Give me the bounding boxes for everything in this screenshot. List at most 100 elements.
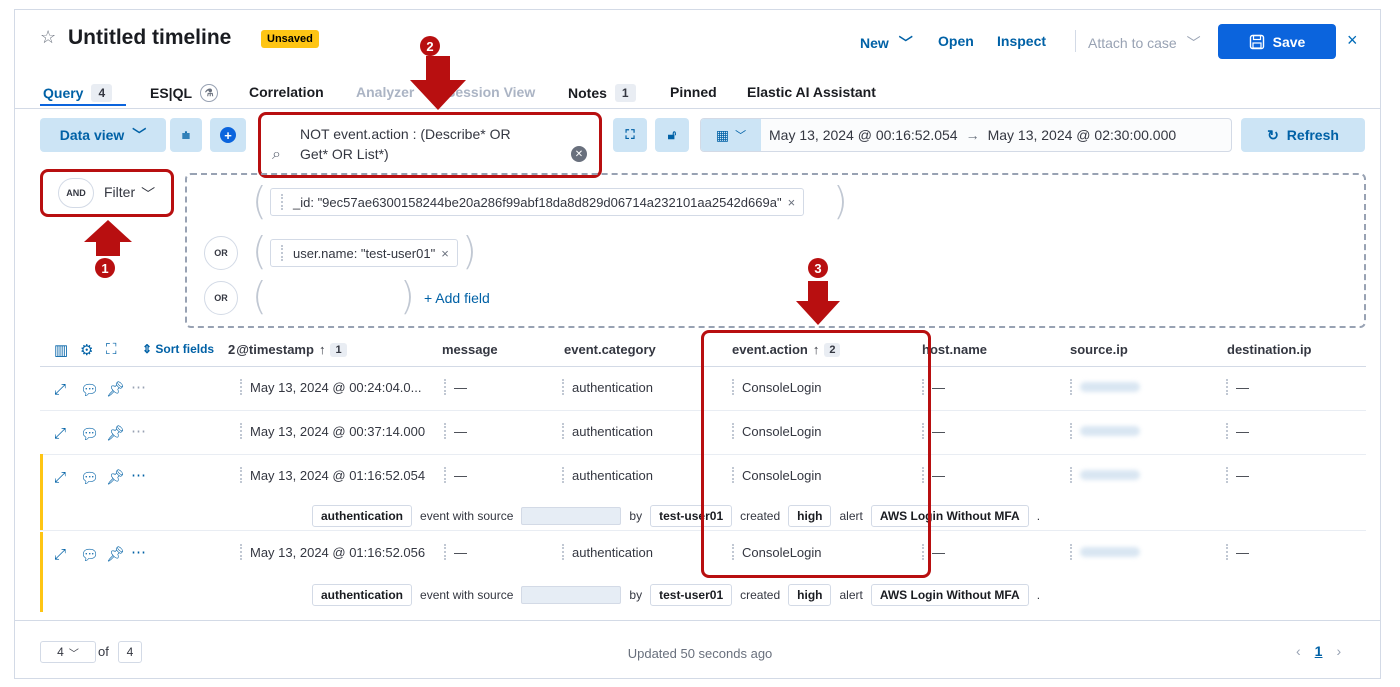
new-menu-button[interactable]: New ﹀ <box>860 33 913 53</box>
more-actions-icon[interactable]: ⋯ <box>131 378 146 396</box>
filter-dropdown-button[interactable]: Filter ﹀ <box>104 184 155 204</box>
full-screen-grid-icon[interactable]: ▥ <box>54 341 68 359</box>
tab-query[interactable]: Query 4 <box>43 84 113 102</box>
more-actions-icon[interactable]: ⋯ <box>131 422 146 440</box>
quick-date-menu-button[interactable]: ▦ ﹀ <box>701 119 761 151</box>
comment-icon[interactable]: 💬︎ <box>80 469 99 487</box>
tabs-divider <box>15 108 1380 109</box>
tab-esql[interactable]: ES|QL ⚗ <box>150 84 219 102</box>
inspect-button[interactable]: Inspect <box>997 33 1046 49</box>
pin-icon[interactable]: 📌︎ <box>106 468 125 486</box>
filter-chip-id[interactable]: _id: "9ec57ae6300158244be20a286f99abf18d… <box>270 188 805 216</box>
cell-destination-ip: — <box>1226 544 1249 560</box>
filter-menu-button[interactable]: ⩧ <box>170 118 202 152</box>
group-open-paren: ( <box>252 229 267 273</box>
pin-icon[interactable]: 📌︎ <box>106 380 125 398</box>
cell-event-category: authentication <box>562 423 653 439</box>
pin-icon[interactable]: 📌︎ <box>106 424 125 442</box>
more-actions-icon[interactable]: ⋯ <box>131 543 146 561</box>
cell-message: — <box>444 379 467 395</box>
expand-event-icon[interactable]: ⤢ <box>54 469 66 486</box>
clear-query-icon[interactable]: ✕ <box>571 146 587 162</box>
new-label: New <box>860 35 889 51</box>
data-view-button[interactable]: Data view ﹀ <box>40 118 166 152</box>
annotation-box-event-action <box>701 330 931 578</box>
next-page-icon[interactable]: › <box>1336 643 1341 659</box>
close-icon[interactable]: × <box>788 195 796 210</box>
close-icon[interactable]: × <box>1347 30 1358 51</box>
tab-correlation[interactable]: Correlation <box>249 84 324 100</box>
add-filter-button[interactable]: + <box>210 118 246 152</box>
redacted-ip <box>1080 470 1140 480</box>
favorite-star-icon[interactable]: ☆ <box>40 27 56 48</box>
expand-icon[interactable]: ⛶ <box>106 341 117 358</box>
eql-toggle-button[interactable]: ⛶ <box>613 118 647 152</box>
gear-icon[interactable]: ⚙ <box>80 341 93 359</box>
sort-order-badge: 1 <box>330 342 347 357</box>
attach-to-case-button[interactable]: Attach to case ﹀ <box>1088 33 1201 53</box>
rr-text: . <box>1036 509 1041 523</box>
cell-category-text: authentication <box>572 379 653 395</box>
date-range-picker[interactable]: ▦ ﹀ May 13, 2024 @ 00:16:52.054 → May 13… <box>700 118 1232 152</box>
cell-timestamp: May 13, 2024 @ 01:16:52.054 <box>240 467 425 483</box>
filter-chip-id-label: _id: "9ec57ae6300158244be20a286f99abf18d… <box>293 194 782 210</box>
comment-icon[interactable]: 💬︎ <box>80 381 99 399</box>
header-separator <box>1075 30 1076 52</box>
save-button[interactable]: Save <box>1218 24 1336 59</box>
refresh-button[interactable]: ↻ Refresh <box>1241 118 1365 152</box>
more-actions-icon[interactable]: ⋯ <box>131 466 146 484</box>
redacted-source-chip[interactable] <box>521 507 622 525</box>
rr-severity-chip[interactable]: high <box>788 584 832 606</box>
sort-up-icon: ↑ <box>318 342 326 357</box>
cell-dest-text: — <box>1236 423 1249 439</box>
column-header-event-category[interactable]: event.category <box>564 342 656 357</box>
group-open-paren: ( <box>252 274 267 318</box>
page-1-link[interactable]: 1 <box>1315 643 1323 659</box>
updated-status: Updated 50 seconds ago <box>627 646 773 661</box>
rr-category-chip[interactable]: authentication <box>312 505 413 527</box>
cell-category-text: authentication <box>572 423 653 439</box>
cell-event-category: authentication <box>562 544 653 560</box>
pin-icon[interactable]: 📌︎ <box>106 545 125 563</box>
tab-elastic-ai-assistant[interactable]: Elastic AI Assistant <box>747 84 876 100</box>
rr-category-chip[interactable]: authentication <box>312 584 413 606</box>
tab-analyzer[interactable]: Analyzer <box>356 84 414 100</box>
tab-pinned[interactable]: Pinned <box>670 84 717 100</box>
expand-event-icon[interactable]: ⤢ <box>54 425 66 442</box>
tab-notes[interactable]: Notes 1 <box>568 84 636 102</box>
close-icon[interactable]: × <box>441 246 449 261</box>
col-timestamp-label: @timestamp <box>236 342 314 357</box>
lock-toggle-button[interactable]: 🔓︎ <box>655 118 689 152</box>
rr-rule-chip[interactable]: AWS Login Without MFA <box>870 584 1029 606</box>
cell-message-text: — <box>454 423 467 439</box>
comment-icon[interactable]: 💬︎ <box>80 546 99 564</box>
prev-page-icon[interactable]: ‹ <box>1296 643 1301 659</box>
cell-source-ip <box>1070 379 1140 395</box>
cell-dest-text: — <box>1236 379 1249 395</box>
column-header-host-name[interactable]: host.name <box>922 342 987 357</box>
rr-user-chip[interactable]: test-user01 <box>650 584 733 606</box>
date-arrow-icon: → <box>965 127 980 143</box>
expand-event-icon[interactable]: ⤢ <box>54 546 66 563</box>
query-input[interactable]: NOT event.action : (Describe* OR Get* OR… <box>300 124 572 164</box>
cell-host-text: — <box>932 379 945 395</box>
sort-fields-label: Sort fields <box>155 342 215 356</box>
sort-fields-button[interactable]: ⇕ Sort fields <box>142 342 214 356</box>
open-button[interactable]: Open <box>938 33 974 49</box>
comment-icon[interactable]: 💬︎ <box>80 425 99 443</box>
date-start[interactable]: May 13, 2024 @ 00:16:52.054 <box>769 127 958 143</box>
add-field-button[interactable]: + Add field <box>424 290 490 306</box>
cell-event-category: authentication <box>562 379 653 395</box>
column-header-timestamp[interactable]: 2 @timestamp ↑ 1 <box>228 342 347 357</box>
expand-event-icon[interactable]: ⤢ <box>54 381 66 398</box>
annotation-arrow-1-icon <box>84 220 132 256</box>
cell-message-text: — <box>454 379 467 395</box>
timeline-title[interactable]: Untitled timeline <box>68 26 231 50</box>
filter-chip-user[interactable]: user.name: "test-user01" × <box>270 239 458 267</box>
redacted-source-chip[interactable] <box>521 586 622 604</box>
column-header-message[interactable]: message <box>442 342 498 357</box>
column-header-destination-ip[interactable]: destination.ip <box>1227 342 1312 357</box>
column-header-source-ip[interactable]: source.ip <box>1070 342 1128 357</box>
footer-divider <box>15 620 1380 621</box>
date-end[interactable]: May 13, 2024 @ 02:30:00.000 <box>988 127 1177 143</box>
